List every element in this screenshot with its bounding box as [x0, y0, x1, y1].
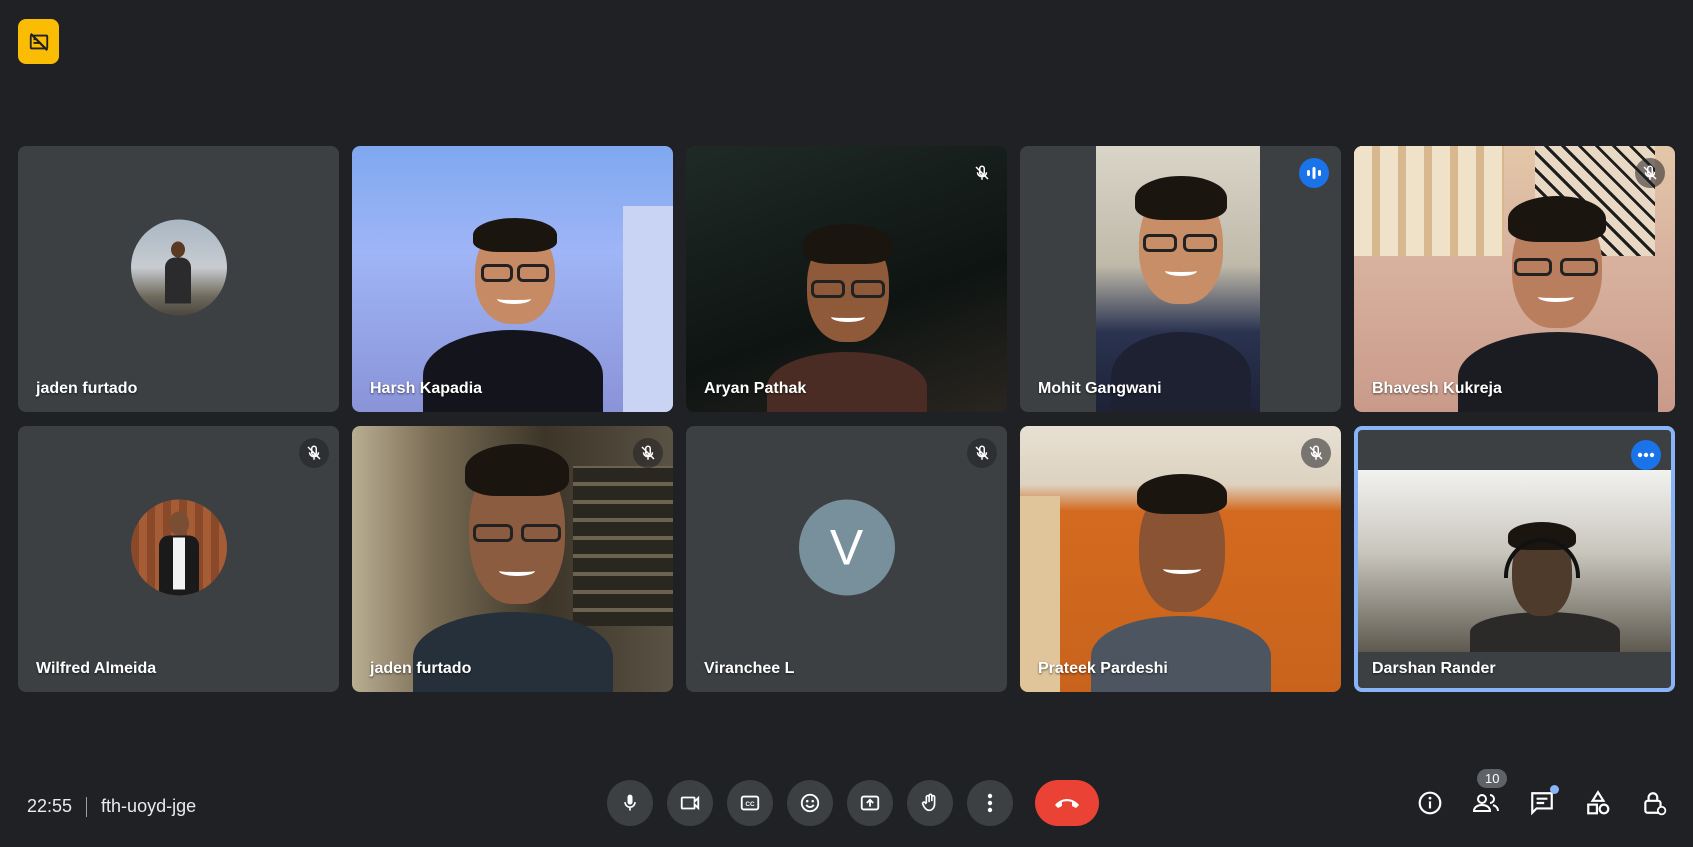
call-controls: CC	[607, 780, 1099, 826]
mic-off-icon	[1309, 445, 1323, 460]
avatar	[130, 219, 227, 316]
participant-name: Viranchee L	[704, 660, 795, 677]
participant-video	[747, 146, 947, 412]
more-horiz-icon	[1637, 452, 1655, 458]
participant-video	[403, 426, 623, 692]
participant-name: Darshan Rander	[1372, 660, 1496, 677]
participant-tile[interactable]: Mohit Gangwani	[1020, 146, 1341, 412]
chat-icon	[1531, 792, 1553, 816]
participant-video	[1440, 426, 1640, 692]
mic-off-icon	[975, 445, 989, 460]
end-call-button[interactable]	[1035, 780, 1099, 826]
present-icon	[860, 795, 880, 811]
emoji-icon	[800, 793, 820, 813]
svg-text:CC: CC	[745, 801, 755, 808]
participant-tile[interactable]: jaden furtado	[18, 146, 339, 412]
chat-button[interactable]	[1527, 783, 1559, 823]
participant-grid: jaden furtado Harsh Kapadia Aryan Pathak	[18, 146, 1675, 694]
participant-name: Wilfred Almeida	[36, 660, 157, 677]
avatar-letter: V	[798, 499, 895, 596]
mic-off-icon	[1643, 165, 1657, 180]
host-controls-button[interactable]	[1639, 783, 1669, 823]
microphone-button[interactable]	[607, 780, 653, 826]
muted-indicator	[1635, 158, 1665, 188]
end-call-icon	[1055, 799, 1079, 808]
activities-button[interactable]	[1583, 783, 1613, 823]
participant-video	[1081, 146, 1281, 412]
people-button[interactable]: 10	[1471, 769, 1508, 823]
mic-off-icon	[975, 165, 989, 180]
current-time: 22:55	[27, 796, 73, 816]
participant-name: Prateek Pardeshi	[1038, 660, 1168, 677]
raise-hand-button[interactable]	[907, 780, 953, 826]
mic-off-icon	[307, 445, 321, 460]
no-recording-icon	[29, 32, 48, 51]
participant-tile[interactable]: Bhavesh Kukreja	[1354, 146, 1675, 412]
unread-indicator	[1550, 785, 1559, 794]
participant-name: Bhavesh Kukreja	[1372, 380, 1502, 397]
muted-indicator	[967, 158, 997, 188]
muted-indicator	[299, 438, 329, 468]
meeting-code[interactable]: fth-uoyd-jge	[101, 796, 196, 817]
participant-video	[1071, 426, 1291, 692]
side-panel-controls: 10	[1415, 769, 1669, 823]
muted-indicator	[967, 438, 997, 468]
audio-level-icon	[1307, 167, 1321, 179]
microphone-icon	[624, 794, 636, 811]
participant-video	[413, 146, 613, 412]
avatar	[130, 499, 227, 596]
participant-name: Harsh Kapadia	[370, 380, 483, 397]
participant-name: Aryan Pathak	[704, 380, 807, 397]
participant-tile[interactable]: V Viranchee L	[686, 426, 1007, 692]
participant-count-badge: 10	[1477, 769, 1508, 788]
participant-tile[interactable]: Aryan Pathak	[686, 146, 1007, 412]
people-icon	[1472, 794, 1499, 812]
more-options-button[interactable]	[1631, 440, 1661, 470]
muted-indicator	[1301, 438, 1331, 468]
host-controls-icon	[1644, 792, 1667, 816]
divider	[86, 796, 88, 817]
participant-tile[interactable]: Wilfred Almeida	[18, 426, 339, 692]
participant-tile[interactable]: jaden furtado	[352, 426, 673, 692]
bottom-toolbar: 22:55 fth-uoyd-jge CC 10	[0, 759, 1693, 847]
no-recording-badge[interactable]	[18, 19, 59, 64]
present-button[interactable]	[847, 780, 893, 826]
participant-name: Mohit Gangwani	[1038, 380, 1162, 397]
participant-name: jaden furtado	[370, 660, 472, 677]
reactions-button[interactable]	[787, 780, 833, 826]
participant-tile[interactable]: Prateek Pardeshi	[1020, 426, 1341, 692]
camera-button[interactable]	[667, 780, 713, 826]
participant-video	[1448, 146, 1659, 412]
activities-icon	[1587, 790, 1610, 815]
speaking-indicator	[1299, 158, 1329, 188]
raise-hand-icon	[921, 793, 936, 812]
participant-tile[interactable]: Harsh Kapadia	[352, 146, 673, 412]
meeting-details: 22:55 fth-uoyd-jge	[27, 796, 196, 817]
captions-button[interactable]: CC	[727, 780, 773, 826]
more-options-icon	[987, 793, 993, 813]
muted-indicator	[633, 438, 663, 468]
camera-icon	[680, 795, 700, 811]
participant-tile[interactable]: Darshan Rander	[1354, 426, 1675, 692]
meeting-details-button[interactable]	[1415, 783, 1445, 823]
captions-icon: CC	[740, 795, 760, 811]
info-icon	[1418, 791, 1442, 815]
more-options-button[interactable]	[967, 780, 1013, 826]
mic-off-icon	[641, 445, 655, 460]
participant-name: jaden furtado	[36, 380, 138, 397]
